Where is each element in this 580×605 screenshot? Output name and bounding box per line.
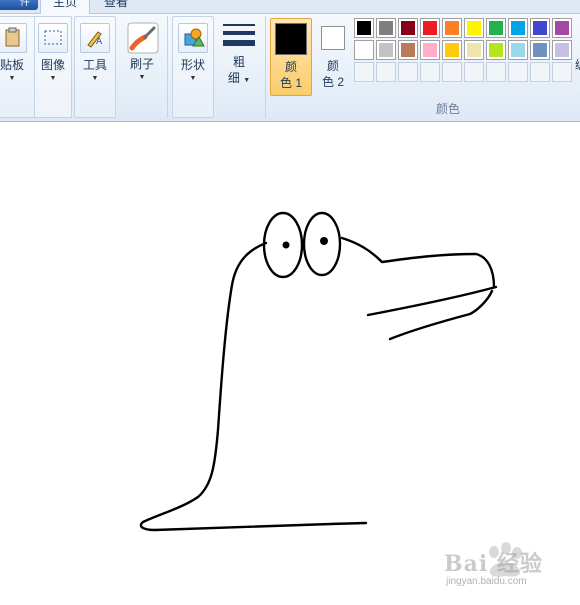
shapes-group: 形状 ▼ [172,16,214,118]
drawing-canvas[interactable] [0,122,580,605]
color2-button[interactable]: 颜 色 2 [316,18,350,96]
palette-empty-swatch[interactable] [354,62,374,82]
crocodile-drawing [139,211,498,532]
select-rectangle-icon [38,23,68,53]
chevron-down-icon: ▼ [8,75,16,82]
brushes-group-label: 刷子 [129,57,154,71]
left-pupil [282,241,290,249]
chevron-down-icon: ▼ [243,77,251,84]
palette-color-swatch[interactable] [530,18,550,38]
watermark-brand: Bai 经验 [444,551,543,577]
palette-color-swatch[interactable] [464,18,484,38]
brushes-group: 刷子 ▼ [118,16,168,118]
colors-group-label: 颜色 [436,102,461,116]
image-select-button[interactable]: 图像 ▼ [36,23,70,82]
color2-swatch [321,26,345,50]
palette-color-swatch[interactable] [354,18,374,38]
shapes-icon [178,23,208,53]
palette-empty-swatch[interactable] [420,62,440,82]
svg-text:A: A [96,37,103,47]
palette-color-swatch[interactable] [398,40,418,60]
file-menu-label: 件 [20,0,30,8]
palette-color-swatch[interactable] [464,40,484,60]
tab-view-label: 查看 [104,0,129,9]
tools-button[interactable]: A 工具 ▼ [78,23,112,82]
right-pupil [320,237,328,245]
edit-colors-label[interactable]: 编 [575,56,580,73]
chevron-down-icon: ▼ [91,75,99,82]
paintbrush-icon [127,22,159,54]
brushes-button[interactable]: 刷子 ▼ [124,22,160,81]
palette-color-swatch[interactable] [486,18,506,38]
jaw-lower [388,289,494,341]
palette-empty-swatch[interactable] [552,62,572,82]
palette-empty-swatch[interactable] [530,62,550,82]
paste-button[interactable]: 贴板 ▼ [0,23,29,82]
clipboard-group-label: 贴板 [0,58,24,72]
palette-color-swatch[interactable] [508,40,528,60]
tab-view[interactable]: 查看 [92,0,140,14]
size-label-line2: 细 [227,71,240,85]
file-menu-button[interactable]: 件 [0,0,38,10]
palette-color-swatch[interactable] [530,40,550,60]
size-group: 粗 细 ▼ [216,16,266,118]
palette-empty-swatch[interactable] [464,62,484,82]
palette-color-swatch[interactable] [486,40,506,60]
baidu-watermark: Bai 经验 jingyan.baidu.com [440,540,580,600]
palette-color-swatch[interactable] [552,18,572,38]
palette-color-swatch[interactable] [376,18,396,38]
color2-label-line2: 色 2 [321,75,344,89]
image-group-label: 图像 [40,58,65,72]
body-outline-back [139,241,268,532]
clipboard-icon [0,23,27,53]
ribbon-tab-strip: 件 主页 查看 [0,0,580,14]
color1-swatch [275,23,307,55]
color1-label-line1: 颜 [284,60,297,74]
chevron-down-icon: ▼ [49,75,57,82]
palette-empty-swatch[interactable] [398,62,418,82]
shapes-group-label: 形状 [180,58,205,72]
size-label-line2-wrap: 细 ▼ [220,70,258,89]
line-width-icon [223,22,255,50]
palette-empty-swatch[interactable] [442,62,462,82]
palette-color-swatch[interactable] [442,40,462,60]
image-group: 图像 ▼ [34,16,72,118]
palette-color-swatch[interactable] [354,40,374,60]
pencil-text-icon: A [80,23,110,53]
shapes-button[interactable]: 形状 ▼ [176,23,210,82]
tab-home[interactable]: 主页 [40,0,91,14]
tab-home-label: 主页 [53,0,78,9]
palette-color-swatch[interactable] [420,40,440,60]
color2-label-line1: 颜 [326,59,339,73]
palette-color-swatch[interactable] [420,18,440,38]
size-label-line1: 粗 [232,55,245,69]
palette-color-swatch[interactable] [442,18,462,38]
palette-empty-swatch[interactable] [508,62,528,82]
tools-group-label: 工具 [82,58,107,72]
palette-color-swatch[interactable] [552,40,572,60]
ribbon: 贴板 ▼ 图像 ▼ A 工具 ▼ 刷子 ▼ 形状 ▼ 粗 细 ▼ 颜 色 1 颜… [0,14,580,122]
body-outline-bottom [153,521,368,532]
palette-empty-swatch[interactable] [376,62,396,82]
chevron-down-icon: ▼ [189,75,197,82]
palette-color-swatch[interactable] [508,18,528,38]
watermark-url: jingyan.baidu.com [446,576,527,587]
palette-color-swatch[interactable] [376,40,396,60]
chevron-down-icon: ▼ [138,74,146,81]
palette-empty-swatch[interactable] [486,62,506,82]
tools-group: A 工具 ▼ [74,16,116,118]
size-button[interactable]: 粗 细 ▼ [220,22,258,89]
palette-color-swatch[interactable] [398,18,418,38]
snout-top [340,236,496,289]
color1-button[interactable]: 颜 色 1 [270,18,312,96]
color1-label-line2: 色 1 [279,76,302,90]
